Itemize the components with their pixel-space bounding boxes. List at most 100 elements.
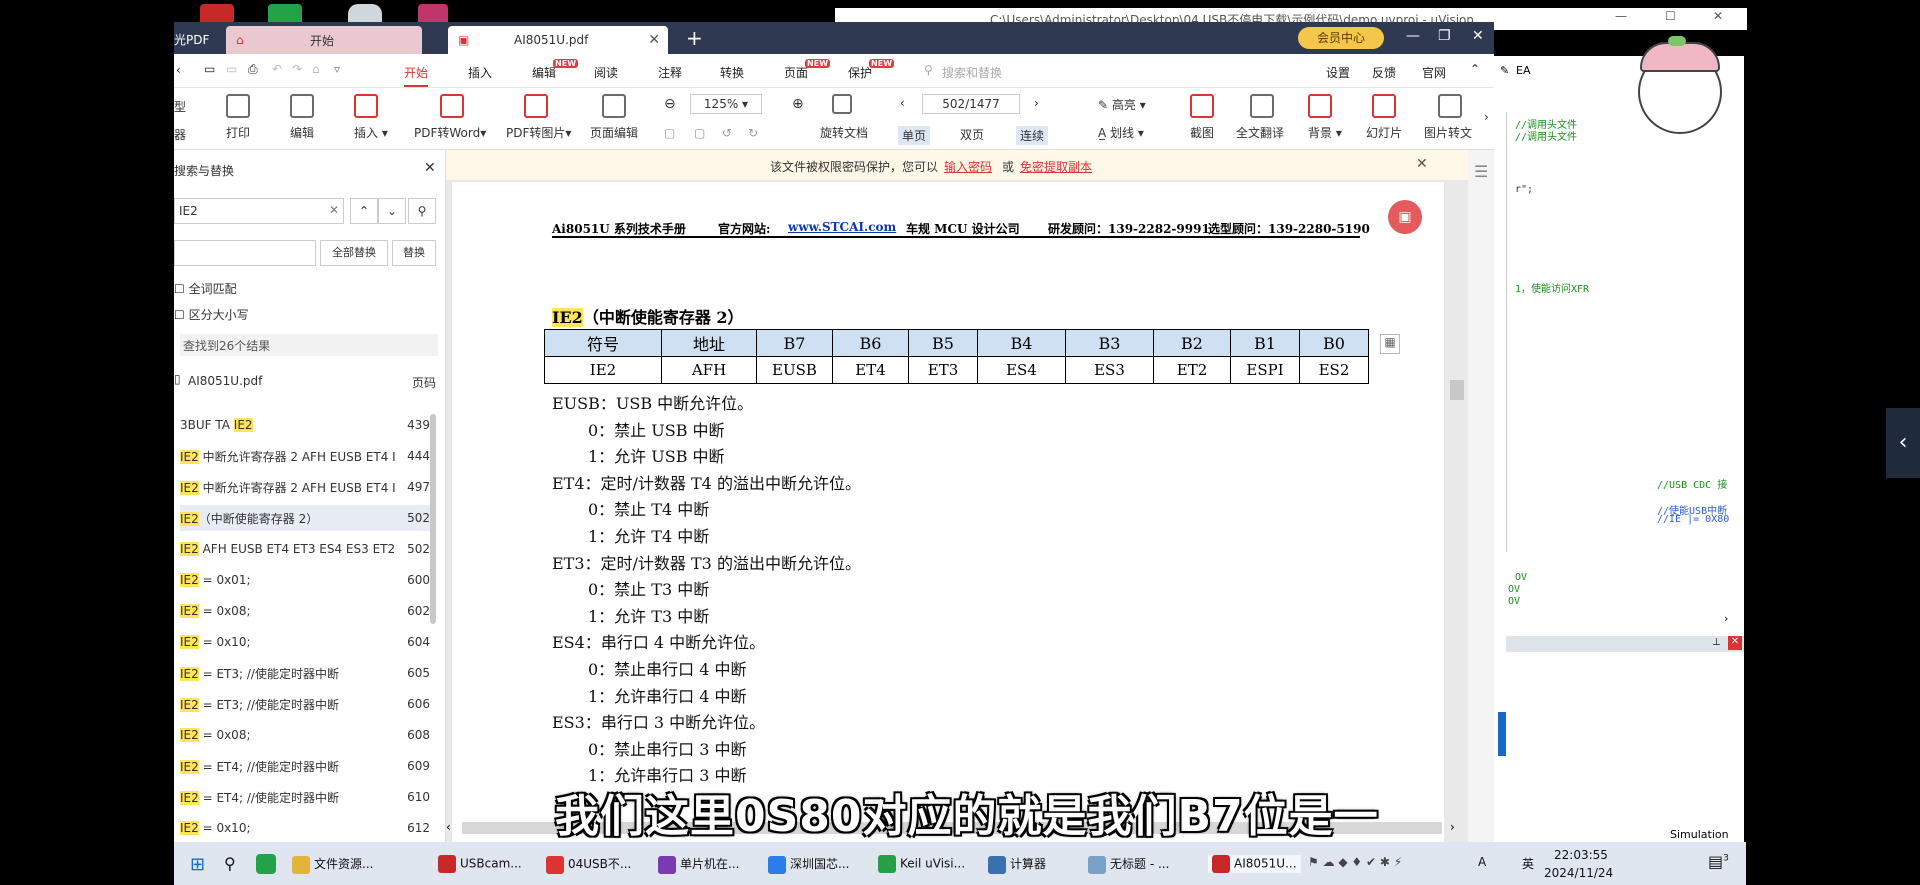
underline-button[interactable]: A̲ 划线 ▾ (1098, 124, 1144, 141)
wechat-icon[interactable] (256, 854, 276, 874)
search-result-item[interactable]: IE2 = ET3; //使能定时器中断 605 (180, 660, 430, 686)
slideshow-button[interactable]: 幻灯片 (1366, 124, 1402, 141)
menu-feedback[interactable]: 反馈 (1372, 64, 1396, 81)
scroll-ribbon-icon[interactable]: › (1484, 110, 1489, 124)
fit-width-icon[interactable]: ▢ (694, 126, 705, 140)
next-page-icon[interactable]: › (1034, 96, 1039, 110)
zoom-out-icon[interactable]: ⊖ (664, 96, 676, 112)
keil-maximize-button[interactable]: ☐ (1665, 9, 1676, 23)
taskbar-app-button[interactable]: 无标题 - ... (1088, 855, 1169, 874)
double-page-toggle[interactable]: 双页 (960, 126, 984, 143)
taskbar-app-button[interactable]: 04USB不... (546, 855, 631, 874)
floating-action-button[interactable]: ▣ (1388, 200, 1422, 234)
close-button[interactable]: ✕ (1472, 28, 1484, 44)
keil-editor[interactable]: //调用头文件 //调用头文件 r"; 1，使能访问XFR //USB CDC … (1506, 112, 1744, 583)
menu-edit[interactable]: 编辑 NEW (532, 59, 579, 81)
menu-read[interactable]: 阅读 (594, 64, 618, 81)
search-result-item[interactable]: IE2 中断允许寄存器 2 AFH EUSB ET4 I 444 (180, 443, 430, 469)
fit-page-icon[interactable]: ▢ (664, 126, 675, 140)
page-edit-button[interactable]: 页面编辑 (590, 124, 638, 141)
taskbar-app-button[interactable]: Keil uVisi... (878, 855, 965, 873)
side-expand-arrow[interactable]: ‹ (1886, 408, 1920, 478)
search-result-item[interactable]: 3BUF TA IE2 439 (180, 412, 430, 438)
page-indicator[interactable]: 502/1477 (922, 94, 1020, 114)
print-button[interactable]: 打印 (226, 124, 250, 141)
search-result-item[interactable]: IE2 = 0x01; 600 (180, 567, 430, 593)
taskbar-app-button[interactable]: AI8051U... (1208, 855, 1301, 873)
zoom-in-icon[interactable]: ⊕ (792, 96, 804, 112)
pdf-to-image-button[interactable]: PDF转图片▾ (506, 124, 571, 141)
extract-copy-link[interactable]: 免密提取副本 (1020, 158, 1092, 175)
next-result-button[interactable]: ⌄ (378, 198, 406, 224)
clear-search-icon[interactable]: ✕ (329, 203, 339, 217)
keil-minimize-button[interactable]: — (1615, 9, 1627, 23)
tab-home[interactable]: ⌂ 开始 (226, 26, 422, 54)
menu-toggle-icon[interactable]: ‹ (176, 63, 181, 77)
close-panel-icon[interactable]: ✕ (424, 160, 436, 176)
keil-hscroll-right[interactable]: › (1724, 612, 1728, 625)
search-result-item[interactable]: IE2 = 0x08; 602 (180, 598, 430, 624)
new-tab-icon[interactable]: + (686, 26, 703, 50)
screenshot-button[interactable]: 截图 (1190, 124, 1214, 141)
pin-icon[interactable]: ⊥ (1712, 637, 1721, 648)
menu-protect[interactable]: 保护 NEW (848, 59, 895, 81)
clock-date[interactable]: 2024/11/24 (1544, 866, 1613, 880)
replace-all-button[interactable]: 全部替换 (320, 240, 388, 266)
app-icon-red[interactable] (200, 4, 234, 22)
menu-settings[interactable]: 设置 (1326, 64, 1350, 81)
single-page-toggle[interactable]: 单页 (898, 126, 931, 145)
scroll-left-icon[interactable]: ‹ (446, 820, 451, 834)
scroll-right-icon[interactable]: › (1450, 820, 1455, 834)
home-nav-icon[interactable]: ⌂ (312, 62, 320, 76)
result-file-name[interactable]: AI8051U.pdf (188, 374, 262, 388)
replace-button[interactable]: 替换 (392, 240, 436, 266)
table-extract-icon[interactable]: ▦ (1380, 334, 1400, 354)
search-result-item[interactable]: IE2 = ET4; //使能定时器中断 610 (180, 784, 430, 810)
rotate-doc-button[interactable]: 旋转文档 (820, 124, 868, 141)
dropdown-icon[interactable]: ▿ (334, 62, 340, 76)
search-result-item[interactable]: IE2 = ET4; //使能定时器中断 609 (180, 753, 430, 779)
close-notice-icon[interactable]: ✕ (1416, 156, 1428, 172)
search-input[interactable]: IE2 ✕ (174, 198, 344, 224)
menu-convert[interactable]: 转换 (720, 64, 744, 81)
app-icon-cloud[interactable] (348, 4, 382, 22)
translate-button[interactable]: 全文翻译 (1236, 124, 1284, 141)
menu-start[interactable]: 开始 (404, 64, 429, 87)
notification-icon[interactable]: ▤3 (1708, 852, 1729, 871)
search-result-item[interactable]: IE2（中断使能寄存器 2） 502 (180, 505, 430, 531)
undo-icon[interactable]: ↶ (272, 62, 282, 76)
header-site-link[interactable]: www.STCAI.com (788, 220, 896, 234)
vertical-scrollbar[interactable] (1450, 380, 1464, 400)
continuous-toggle[interactable]: 连续 (1016, 126, 1049, 145)
search-menu-input[interactable]: 搜索和替换 (942, 64, 1002, 81)
prev-result-button[interactable]: ⌃ (350, 198, 378, 224)
save-icon[interactable]: ▭ (226, 62, 237, 76)
replace-input[interactable] (174, 240, 316, 266)
search-result-item[interactable]: IE2 中断允许寄存器 2 AFH EUSB ET4 I 497 (180, 474, 430, 500)
rotate-left-icon[interactable]: ↺ (722, 126, 732, 140)
menu-annotate[interactable]: 注释 (658, 64, 682, 81)
taskbar-app-button[interactable]: 深圳国芯... (768, 855, 849, 874)
close-tab-icon[interactable]: ✕ (648, 32, 660, 48)
keil-toolbar-icon[interactable]: ✎ (1500, 64, 1509, 77)
minimize-button[interactable]: — (1406, 28, 1420, 44)
app-icon-green[interactable] (268, 4, 302, 22)
collapse-ribbon-icon[interactable]: ⌃ (1470, 62, 1480, 76)
panel-close-icon[interactable]: ✕ (1728, 636, 1742, 650)
prev-page-icon[interactable]: ‹ (900, 96, 905, 110)
redo-icon[interactable]: ↷ (292, 62, 302, 76)
print-icon[interactable]: ⎙ (248, 62, 258, 77)
taskbar-app-button[interactable]: 计算器 (988, 855, 1046, 874)
start-icon[interactable]: ⊞ (190, 854, 205, 875)
image-to-text-button[interactable]: 图片转文 (1424, 124, 1472, 141)
menu-page[interactable]: 页面 NEW (784, 59, 831, 81)
match-case-checkbox[interactable]: ☐ 区分大小写 (174, 306, 249, 323)
search-result-item[interactable]: IE2 AFH EUSB ET4 ET3 ES4 ES3 ET2 502 (180, 536, 430, 562)
ime-lang[interactable]: 英 (1522, 855, 1534, 872)
taskbar-app-button[interactable]: 文件资源... (292, 855, 373, 874)
menu-insert[interactable]: 插入 (468, 64, 492, 81)
highlight-button[interactable]: ✎ 高亮 ▾ (1098, 96, 1146, 113)
enter-password-link[interactable]: 输入密码 (944, 158, 992, 175)
menu-website[interactable]: 官网 (1422, 64, 1446, 81)
result-scrollbar[interactable] (430, 414, 436, 624)
